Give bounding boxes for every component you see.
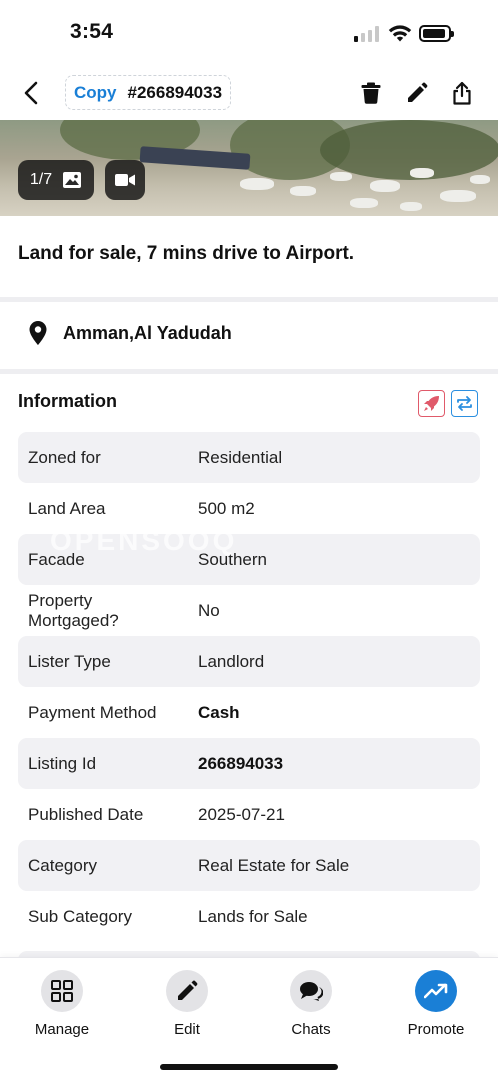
video-camera-icon	[115, 174, 135, 186]
tab-edit-circle	[166, 970, 208, 1012]
section-divider	[0, 369, 498, 374]
tab-label: Edit	[174, 1021, 200, 1038]
image-icon	[63, 172, 82, 188]
info-key: Payment Method	[28, 702, 157, 722]
info-value: Cash	[198, 702, 240, 722]
home-indicator[interactable]	[160, 1064, 338, 1070]
trending-up-icon	[424, 983, 448, 999]
edit-button[interactable]	[404, 80, 430, 106]
map-pin-icon	[29, 321, 47, 345]
info-key: Published Date	[28, 804, 144, 824]
listing-photo[interactable]: 1/7	[0, 120, 498, 216]
info-value: Real Estate for Sale	[198, 855, 350, 875]
cellular-signal-icon	[354, 26, 380, 42]
info-row-mortgaged: Property Mortgaged? No	[18, 585, 480, 636]
info-value: Landlord	[198, 651, 265, 671]
info-key: Property Mortgaged?	[28, 590, 119, 630]
status-bar: 3:54	[0, 0, 498, 66]
trash-icon	[361, 82, 381, 104]
grid-icon	[51, 980, 73, 1002]
video-button[interactable]	[105, 160, 145, 200]
tab-chats[interactable]: Chats	[261, 970, 361, 1038]
info-value: No	[198, 600, 220, 620]
tab-label: Chats	[291, 1021, 331, 1038]
pencil-icon	[178, 980, 198, 1000]
info-value[interactable]: 266894033	[198, 754, 480, 774]
repeat-icon	[457, 396, 472, 411]
tab-manage[interactable]: Manage	[12, 970, 112, 1038]
info-key: Category	[28, 855, 97, 875]
tab-promote[interactable]: Promote	[386, 970, 486, 1038]
information-heading: Information	[18, 391, 117, 411]
listing-title: Land for sale, 7 mins drive to Airport.	[18, 243, 355, 264]
watermark: OPENSOOQ	[50, 525, 238, 556]
photo-counter[interactable]: 1/7	[18, 160, 94, 200]
info-row-lister-type: Lister Type Landlord	[18, 636, 480, 687]
location-text: Amman,Al Yadudah	[63, 322, 232, 343]
info-key: Sub Category	[28, 906, 132, 926]
info-row-category: Category Real Estate for Sale	[18, 840, 480, 891]
chat-bubbles-icon	[300, 982, 323, 1001]
battery-icon	[419, 25, 454, 42]
back-button[interactable]	[14, 78, 48, 108]
section-divider	[0, 297, 498, 302]
rocket-icon	[424, 396, 439, 411]
info-value: Southern	[198, 549, 267, 569]
delete-button[interactable]	[358, 80, 384, 106]
tab-promote-circle	[415, 970, 457, 1012]
info-row-payment-method: Payment Method Cash	[18, 687, 480, 738]
information-table: Zoned for Residential Land Area 500 m2 F…	[18, 432, 480, 965]
info-row-sub-category: Sub Category Lands for Sale	[18, 891, 480, 942]
info-value: 500 m2	[198, 498, 255, 518]
info-key: Listing Id	[28, 753, 97, 773]
photo-count: 1/7	[29, 171, 53, 188]
info-row-zoned: Zoned for Residential	[18, 432, 480, 483]
tab-label: Manage	[34, 1021, 90, 1038]
info-value: Residential	[198, 447, 283, 467]
location-row[interactable]: Amman,Al Yadudah	[28, 320, 232, 346]
copy-label: Copy	[74, 82, 117, 102]
status-time: 3:54	[70, 20, 114, 43]
info-value: 2025-07-21	[198, 804, 285, 824]
copy-listing-id-button[interactable]: Copy #266894033	[65, 75, 232, 110]
info-key: Lister Type	[28, 651, 111, 671]
info-row-listing-id: Listing Id 266894033	[18, 738, 480, 789]
info-key: Zoned for	[28, 447, 101, 467]
tab-label: Promote	[407, 1021, 465, 1038]
info-key: Land Area	[28, 498, 106, 518]
tab-chats-circle	[290, 970, 332, 1012]
bottom-tab-bar: Manage Edit Chats Promote	[0, 957, 498, 1080]
share-button[interactable]	[449, 80, 475, 106]
chevron-left-icon	[24, 81, 38, 105]
boost-button[interactable]	[418, 390, 445, 417]
info-value: Lands for Sale	[198, 906, 308, 926]
nav-bar: Copy #266894033	[0, 66, 498, 120]
listing-ref: #266894033	[127, 82, 223, 102]
share-icon	[453, 81, 471, 105]
pencil-icon	[408, 82, 428, 102]
tab-edit[interactable]: Edit	[137, 970, 237, 1038]
info-row-published-date: Published Date 2025-07-21	[18, 789, 480, 840]
wifi-icon	[388, 25, 412, 42]
tab-manage-circle	[41, 970, 83, 1012]
repost-button[interactable]	[451, 390, 478, 417]
